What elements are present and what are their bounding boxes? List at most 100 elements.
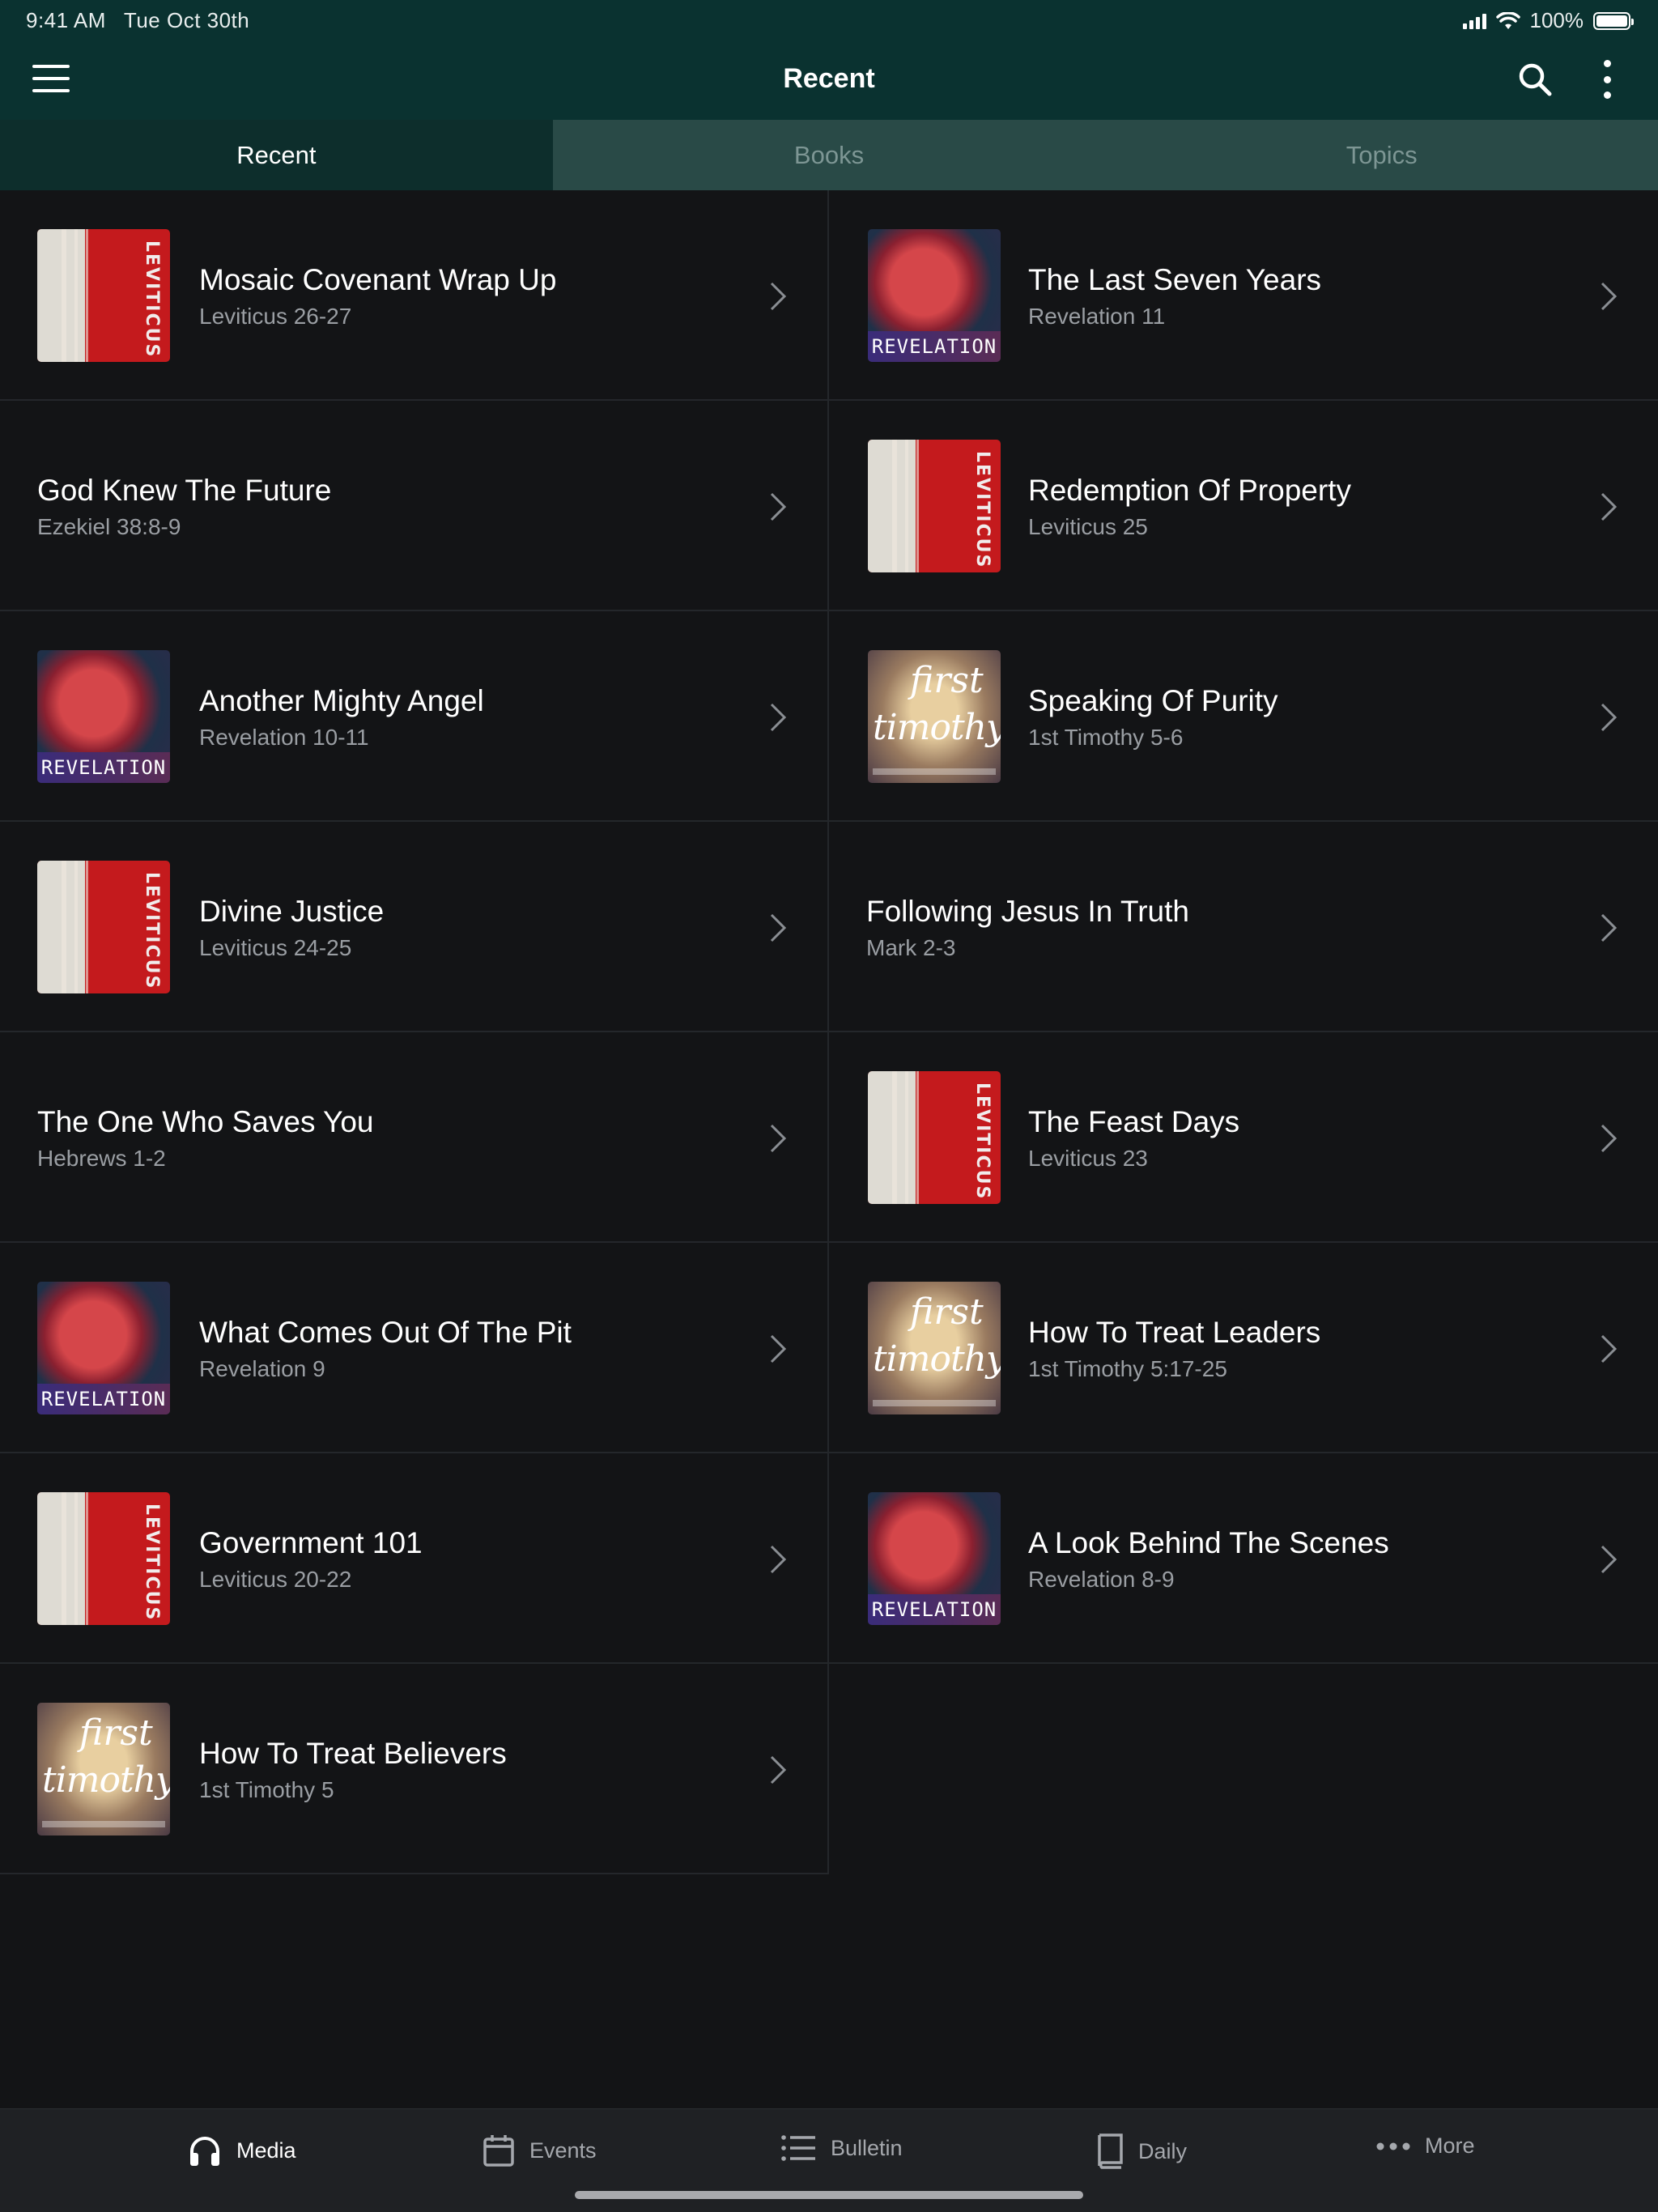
sermon-artwork-timothy: first timothy — [37, 1703, 170, 1836]
media-item[interactable]: LEVITICUS Divine Justice Leviticus 24-25 — [0, 822, 829, 1032]
battery-icon — [1593, 11, 1634, 30]
sermon-artwork-leviticus: LEVITICUS — [37, 861, 170, 993]
media-item[interactable]: first timothy How To Treat Believers 1st Ti… — [0, 1664, 829, 1874]
media-item[interactable]: LEVITICUS Redemption Of Property Leviticus… — [829, 401, 1658, 611]
artwork-text: first — [910, 1291, 984, 1333]
media-item-text: The One Who Saves You Hebrews 1-2 — [37, 1105, 374, 1172]
media-item-scripture: 1st Timothy 5-6 — [1028, 725, 1184, 750]
media-item[interactable]: Following Jesus In Truth Mark 2-3 — [829, 822, 1658, 1032]
media-item-scripture: Revelation 9 — [199, 1356, 325, 1381]
media-item[interactable]: REVELATION What Comes Out Of The Pit Revel… — [0, 1243, 829, 1453]
sermon-artwork-revelation: REVELATION — [37, 650, 170, 783]
media-item-title: A Look Behind The Scenes — [1028, 1526, 1389, 1559]
media-item-scripture: Revelation 10-11 — [199, 725, 369, 750]
cellular-signal-icon — [1462, 13, 1486, 29]
media-item-title: Following Jesus In Truth — [866, 895, 1189, 928]
media-item-scripture: Leviticus 20-22 — [199, 1567, 352, 1592]
media-item-text: How To Treat Believers 1st Timothy 5 — [199, 1737, 507, 1803]
artwork-text: timothy — [42, 1759, 170, 1801]
calendar-icon — [483, 2135, 514, 2167]
media-item-title: How To Treat Believers — [199, 1737, 507, 1770]
sermon-artwork-leviticus: LEVITICUS — [868, 440, 1001, 572]
wifi-icon — [1495, 11, 1520, 29]
tabbar-media-label: Media — [236, 2138, 296, 2163]
media-item-text: Another Mighty Angel Revelation 10-11 — [199, 684, 484, 751]
tabbar-events[interactable]: Events — [483, 2133, 597, 2167]
artwork-text: first — [79, 1712, 153, 1754]
sermon-artwork-timothy: first timothy — [868, 650, 1001, 783]
tab-recent[interactable]: Recent — [0, 120, 553, 190]
media-item[interactable]: REVELATION A Look Behind The Scenes Revela… — [829, 1453, 1658, 1664]
tabbar-daily[interactable]: Daily — [1095, 2133, 1187, 2169]
media-item[interactable]: first timothy Speaking Of Purity 1st Timoth… — [829, 611, 1658, 822]
media-item-text: The Feast Days Leviticus 23 — [1028, 1105, 1239, 1172]
media-item-title: Government 101 — [199, 1526, 423, 1559]
book-icon — [1098, 2133, 1123, 2169]
media-item-title: The One Who Saves You — [37, 1105, 374, 1138]
media-item-text: Speaking Of Purity 1st Timothy 5-6 — [1028, 684, 1278, 751]
media-item[interactable]: REVELATION Another Mighty Angel Revelation… — [0, 611, 829, 822]
chevron-right-icon — [770, 913, 787, 942]
media-item-scripture: Leviticus 25 — [1028, 514, 1148, 539]
media-item-title: Redemption Of Property — [1028, 474, 1351, 507]
sermon-artwork-timothy: first timothy — [868, 1282, 1001, 1414]
media-item-scripture: Leviticus 23 — [1028, 1146, 1148, 1171]
media-item-text: Mosaic Covenant Wrap Up Leviticus 26-27 — [199, 263, 556, 330]
tab-topics[interactable]: Topics — [1105, 120, 1658, 190]
media-item[interactable]: LEVITICUS The Feast Days Leviticus 23 — [829, 1032, 1658, 1243]
media-item-scripture: Ezekiel 38:8-9 — [37, 514, 181, 539]
headphones-icon — [190, 2137, 219, 2166]
media-item[interactable]: first timothy How To Treat Leaders 1st Timo… — [829, 1243, 1658, 1453]
media-item-scripture: Leviticus 24-25 — [199, 935, 352, 960]
artwork-text: REVELATION — [37, 752, 170, 783]
chevron-right-icon — [1601, 282, 1618, 311]
sermon-artwork-leviticus: LEVITICUS — [37, 1492, 170, 1625]
chevron-right-icon — [1601, 492, 1618, 521]
chevron-right-icon — [770, 703, 787, 732]
chevron-right-icon — [770, 1334, 787, 1363]
artwork-text: REVELATION — [868, 331, 1001, 362]
media-item-text: Divine Justice Leviticus 24-25 — [199, 895, 384, 961]
media-item-scripture: Leviticus 26-27 — [199, 304, 352, 329]
artwork-text: first — [910, 660, 984, 701]
status-clock: 9:41 AM — [26, 8, 106, 32]
tabbar-more-label: More — [1425, 2133, 1475, 2158]
tabbar-bulletin-label: Bulletin — [831, 2135, 903, 2160]
chevron-right-icon — [770, 1545, 787, 1574]
media-item[interactable]: The One Who Saves You Hebrews 1-2 — [0, 1032, 829, 1243]
media-item-title: Divine Justice — [199, 895, 385, 928]
media-item[interactable]: LEVITICUS Government 101 Leviticus 20-22 — [0, 1453, 829, 1664]
media-item[interactable]: REVELATION The Last Seven Years Revelation… — [829, 190, 1658, 401]
tabbar-daily-label: Daily — [1138, 2138, 1188, 2163]
list-icon — [781, 2135, 815, 2161]
chevron-right-icon — [770, 1755, 787, 1784]
chevron-right-icon — [1601, 1334, 1618, 1363]
search-icon[interactable] — [1517, 62, 1553, 97]
artwork-text: LEVITICUS — [142, 240, 162, 359]
media-item-title: Speaking Of Purity — [1028, 684, 1278, 717]
tabbar-bulletin[interactable]: Bulletin — [780, 2133, 903, 2163]
more-options-icon[interactable] — [1596, 60, 1618, 99]
tabbar-more[interactable]: More — [1376, 2133, 1475, 2159]
media-item[interactable]: LEVITICUS Mosaic Covenant Wrap Up Leviticu… — [0, 190, 829, 401]
sermon-artwork-leviticus: LEVITICUS — [37, 229, 170, 362]
media-item-scripture: Revelation 8-9 — [1028, 1567, 1175, 1592]
sermon-artwork-revelation: REVELATION — [37, 1282, 170, 1414]
media-item-scripture: Revelation 11 — [1028, 304, 1166, 329]
home-indicator[interactable] — [575, 2191, 1083, 2199]
artwork-text: timothy — [873, 1338, 1001, 1380]
media-item-title: What Comes Out Of The Pit — [199, 1316, 572, 1349]
status-indicators: 100% — [1462, 8, 1634, 33]
empty-cell — [829, 1664, 1658, 1874]
top-bar: 9:41 AM Tue Oct 30th 100% Recent — [0, 0, 1658, 120]
artwork-text: LEVITICUS — [142, 1504, 162, 1622]
media-item[interactable]: God Knew The Future Ezekiel 38:8-9 — [0, 401, 829, 611]
artwork-text: REVELATION — [868, 1594, 1001, 1625]
media-item-scripture: 1st Timothy 5 — [199, 1777, 334, 1802]
tab-books[interactable]: Books — [552, 120, 1106, 190]
chevron-right-icon — [1601, 1124, 1618, 1153]
media-item-text: A Look Behind The Scenes Revelation 8-9 — [1028, 1526, 1389, 1593]
artwork-text: LEVITICUS — [972, 1083, 993, 1201]
media-list: LEVITICUS Mosaic Covenant Wrap Up Leviticu… — [0, 190, 1658, 1874]
tabbar-media[interactable]: Media — [188, 2133, 296, 2167]
